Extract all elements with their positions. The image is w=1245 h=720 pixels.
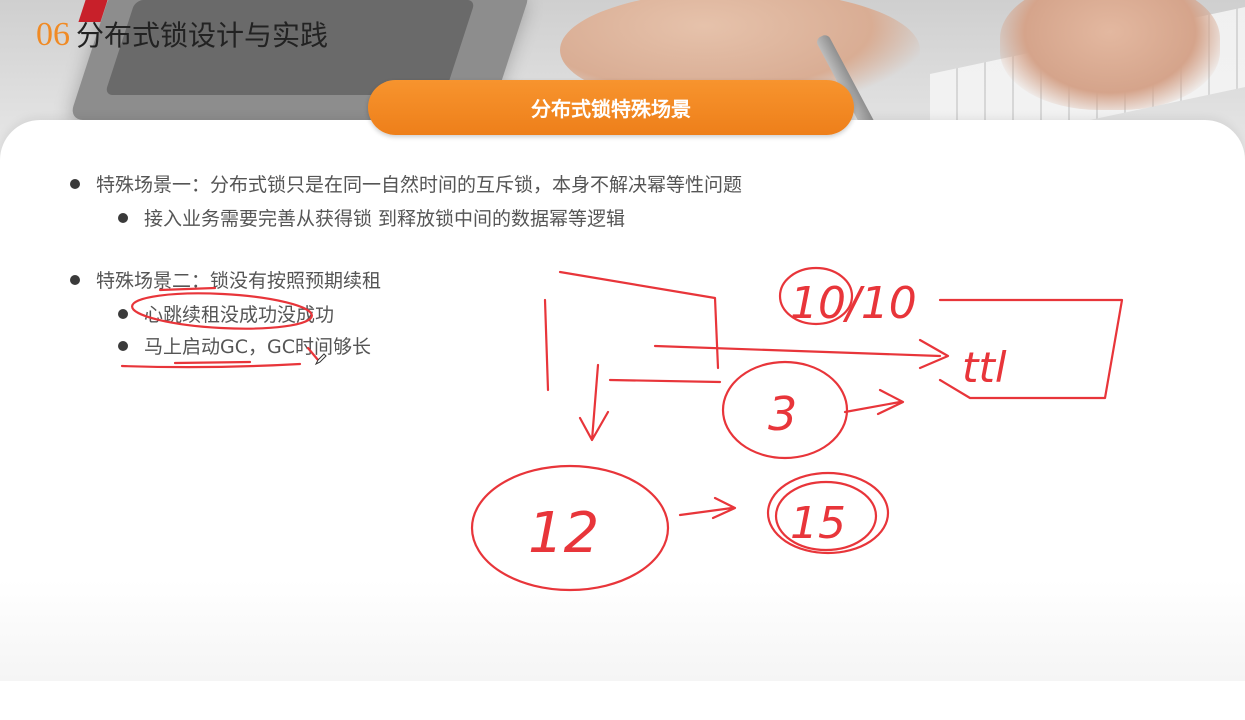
bullet-list: 特殊场景一：分布式锁只是在同一自然时间的互斥锁，本身不解决幂等性问题 接入业务需… [0,0,1245,681]
list-item: 心跳续租没成功没成功 [118,300,334,327]
list-item-text: 特殊场景一：分布式锁只是在同一自然时间的互斥锁，本身不解决幂等性问题 [96,174,743,196]
list-item: 接入业务需要完善从获得锁 到释放锁中间的数据幂等逻辑 [118,204,625,231]
bullet-icon [70,274,80,285]
list-item-text: 接入业务需要完善从获得锁 到释放锁中间的数据幂等逻辑 [144,208,626,230]
list-item-text: 马上启动GC，GC时间够长 [144,336,371,358]
list-item: 特殊场景二：锁没有按照预期续租 [70,266,381,293]
list-item: 特殊场景一：分布式锁只是在同一自然时间的互斥锁，本身不解决幂等性问题 [70,170,742,197]
list-item-text: 特殊场景二：锁没有按照预期续租 [96,270,382,292]
bullet-icon [70,178,80,189]
bullet-icon [118,212,128,223]
pen-cursor-icon [314,353,327,366]
list-item: 马上启动GC，GC时间够长 [118,332,371,359]
bullet-icon [118,308,128,319]
bullet-icon [118,340,128,351]
list-item-text: 心跳续租没成功没成功 [144,304,335,326]
